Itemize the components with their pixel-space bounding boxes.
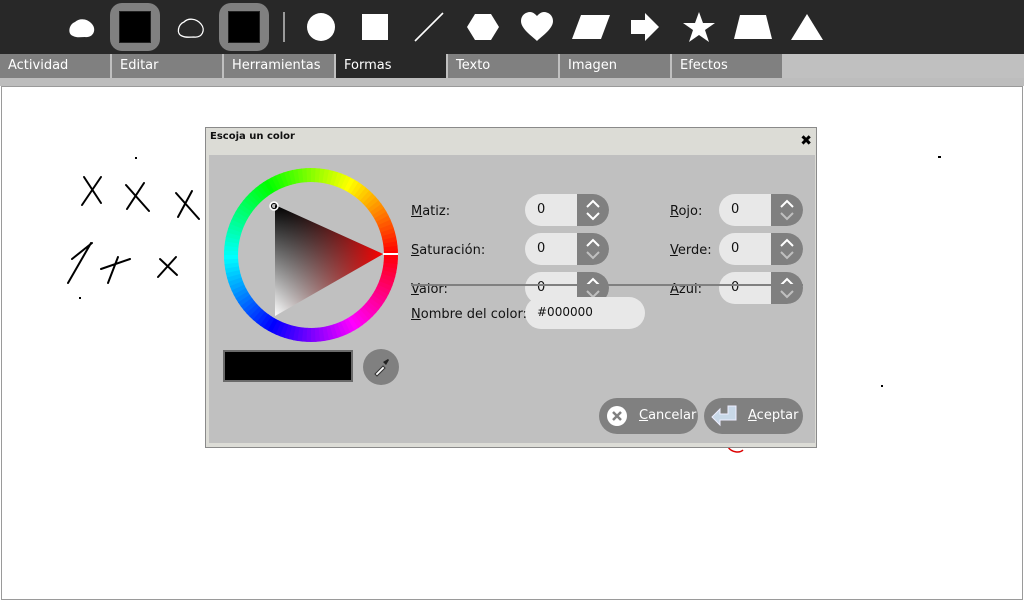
freeform-outline-tool[interactable] <box>166 3 216 51</box>
tab-imagen[interactable]: Imagen <box>560 54 670 78</box>
toolbar-separator <box>283 12 285 42</box>
arrow-icon <box>631 13 659 41</box>
square-tool[interactable] <box>350 3 400 51</box>
blue-spinner[interactable]: 0 <box>719 272 803 304</box>
tab-texto[interactable]: Texto <box>448 54 558 78</box>
dialog-title: Escoja un color <box>210 131 295 142</box>
star-tool[interactable] <box>674 3 724 51</box>
triangle-tool[interactable] <box>782 3 832 51</box>
eyedropper-button[interactable] <box>363 349 399 385</box>
spin-arrows-icon <box>780 238 794 260</box>
tab-herramientas[interactable]: Herramientas <box>224 54 334 78</box>
cancel-icon <box>607 406 627 426</box>
enter-icon <box>711 405 737 427</box>
current-color-swatch <box>223 350 353 382</box>
hexagon-tool[interactable] <box>458 3 508 51</box>
cancel-button[interactable]: Cancelar <box>599 398 698 434</box>
hue-value: 0 <box>537 202 546 217</box>
saturation-label: Saturación: <box>411 243 486 258</box>
star-icon <box>683 12 715 42</box>
green-label: Verde: <box>670 243 712 258</box>
triangle-icon <box>791 14 823 40</box>
color-chooser-dialog: Escoja un color ✖ Matiz: Saturación: Val… <box>205 127 817 448</box>
parallelogram-tool[interactable] <box>566 3 616 51</box>
green-value: 0 <box>731 241 740 256</box>
accept-label: Aceptar <box>748 408 799 423</box>
fill-color-swatch-icon <box>119 11 151 43</box>
fields-divider <box>411 284 803 286</box>
freeform-outline-icon <box>177 18 204 38</box>
color-wheel[interactable] <box>223 167 399 343</box>
freeform-filled-icon <box>69 19 95 38</box>
spin-arrows-icon <box>780 199 794 221</box>
spin-arrows-icon <box>780 277 794 299</box>
tab-actividad[interactable]: Actividad <box>0 54 110 78</box>
red-label: Rojo: <box>670 204 703 219</box>
parallelogram-icon <box>572 15 610 39</box>
hue-label: Matiz: <box>411 204 451 219</box>
circle-tool[interactable] <box>296 3 346 51</box>
red-spinner[interactable]: 0 <box>719 194 803 226</box>
line-icon <box>414 12 444 42</box>
hexagon-icon <box>467 14 499 40</box>
freeform-filled-tool[interactable] <box>57 3 107 51</box>
saturation-stepper[interactable] <box>577 233 609 265</box>
color-name-input[interactable]: #000000 <box>525 297 645 329</box>
square-icon <box>362 14 388 40</box>
heart-icon <box>521 12 553 41</box>
spin-arrows-icon <box>586 199 600 221</box>
arrow-tool[interactable] <box>620 3 670 51</box>
cancel-label: Cancelar <box>639 408 697 423</box>
blue-stepper[interactable] <box>771 272 803 304</box>
green-spinner[interactable]: 0 <box>719 233 803 265</box>
heart-tool[interactable] <box>512 3 562 51</box>
accept-button[interactable]: Aceptar <box>704 398 803 434</box>
dialog-body: Matiz: Saturación: Valor: 0 0 0 Rojo: Ve… <box>209 155 815 443</box>
eyedropper-icon <box>374 359 389 377</box>
hue-stepper[interactable] <box>577 194 609 226</box>
fill-color-button[interactable] <box>110 3 160 51</box>
tab-efectos[interactable]: Efectos <box>672 54 782 78</box>
saturation-spinner[interactable]: 0 <box>525 233 609 265</box>
saturation-value: 0 <box>537 241 546 256</box>
value-value: 0 <box>537 280 546 295</box>
green-stepper[interactable] <box>771 233 803 265</box>
trapezoid-tool[interactable] <box>728 3 778 51</box>
tab-editar[interactable]: Editar <box>112 54 222 78</box>
color-name-value: #000000 <box>537 305 593 319</box>
hue-spinner[interactable]: 0 <box>525 194 609 226</box>
blue-value: 0 <box>731 280 740 295</box>
trapezoid-icon <box>734 15 772 39</box>
red-value: 0 <box>731 202 740 217</box>
red-stepper[interactable] <box>771 194 803 226</box>
toolbar <box>0 0 1024 54</box>
color-name-label: Nombre del color: <box>411 307 527 322</box>
tab-formas[interactable]: Formas <box>336 54 446 78</box>
close-icon[interactable]: ✖ <box>800 134 812 148</box>
line-tool[interactable] <box>404 3 454 51</box>
circle-icon <box>307 13 335 41</box>
stroke-color-swatch-icon <box>228 11 260 43</box>
tab-strip-base <box>0 78 1024 86</box>
spin-arrows-icon <box>586 238 600 260</box>
stroke-color-button[interactable] <box>219 3 269 51</box>
